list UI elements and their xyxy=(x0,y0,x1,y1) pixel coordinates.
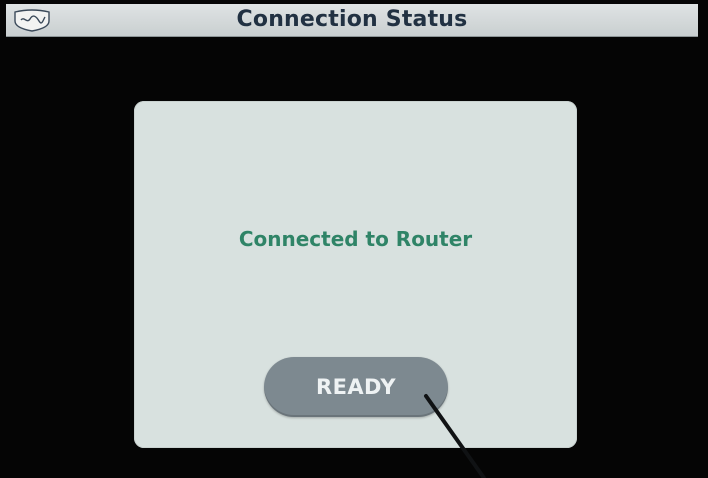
ready-button-label: READY xyxy=(316,375,396,399)
ready-button[interactable]: READY xyxy=(264,357,448,417)
device-screen: Connection Status Connected to Router RE… xyxy=(0,0,708,478)
title-bar: Connection Status xyxy=(6,4,698,37)
connection-status-message: Connected to Router xyxy=(238,227,473,251)
status-card: Connected to Router READY xyxy=(134,101,577,448)
screen-title: Connection Status xyxy=(236,7,468,32)
